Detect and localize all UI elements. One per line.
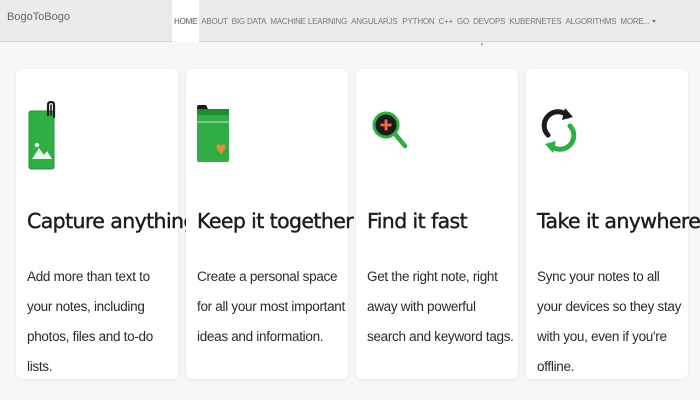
feature-desc-capture: Add more than text to your notes, includ… [27, 269, 153, 374]
feature-title-take: Take it anywhere [537, 209, 700, 233]
feature-desc-take: Sync your notes to all your devices so t… [537, 269, 682, 374]
magnifier-icon [372, 111, 408, 149]
feature-card-find: Find it fast Get the right note, right a… [356, 69, 518, 379]
feature-title-capture: Capture anything [27, 209, 197, 233]
features-section: Capture anything Add more than text to y… [0, 0, 700, 400]
folder-heart-icon [197, 105, 229, 162]
feature-card-keep: Keep it together Create a personal space… [186, 69, 354, 379]
feature-title-keep: Keep it together [197, 209, 354, 233]
feature-card-capture: Capture anything Add more than text to y… [16, 69, 197, 379]
sync-icon [541, 108, 577, 153]
feature-desc-keep: Create a personal space for all your mos… [197, 269, 345, 344]
feature-desc-find: Get the right note, right away with powe… [367, 269, 514, 344]
feature-card-take: Take it anywhere Sync your notes to all … [526, 69, 700, 379]
feature-title-find: Find it fast [367, 209, 468, 233]
photo-clip-icon [28, 101, 56, 170]
